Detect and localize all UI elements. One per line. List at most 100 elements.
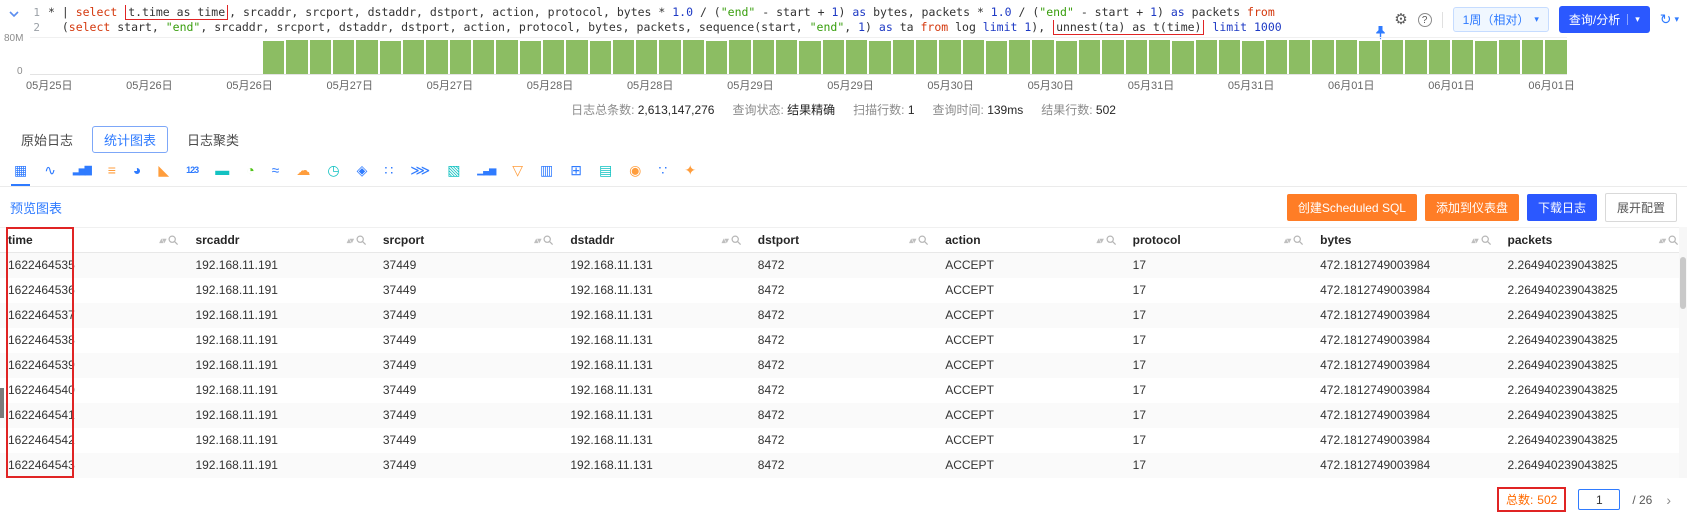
column-search-icon[interactable]: [1106, 234, 1117, 246]
sort-icon[interactable]: ▴▾: [1284, 236, 1291, 245]
table-row[interactable]: 1622464539 192.168.11.191 37449 192.168.11.…: [0, 353, 1687, 378]
histogram-bar[interactable]: [519, 40, 541, 74]
histogram-bar[interactable]: [845, 39, 868, 74]
histogram-bar[interactable]: [682, 39, 705, 74]
table-row[interactable]: 1622464535 192.168.11.191 37449 192.168.11.…: [0, 253, 1687, 278]
histogram-bar[interactable]: [496, 39, 518, 74]
column-header-srcport[interactable]: srcport ▴▾: [375, 233, 562, 247]
chevron-down-icon[interactable]: [8, 5, 26, 25]
expand-config-button[interactable]: 展开配置: [1604, 193, 1677, 222]
histogram-bar[interactable]: [1102, 39, 1124, 74]
table-row[interactable]: 1622464536 192.168.11.191 37449 192.168.11.…: [0, 278, 1687, 303]
time-range-selector[interactable]: 1周（相对） ▾: [1452, 7, 1549, 32]
tab-statistic-chart[interactable]: 统计图表: [92, 126, 169, 153]
table-chart-icon[interactable]: ▦: [10, 162, 31, 186]
sort-icon[interactable]: ▴▾: [909, 236, 916, 245]
histogram-bar[interactable]: [939, 40, 961, 74]
histogram-bar[interactable]: [1032, 39, 1054, 74]
column-header-bytes[interactable]: bytes ▴▾: [1312, 233, 1499, 247]
histogram-bar[interactable]: [1335, 39, 1357, 74]
histogram-bar[interactable]: [1312, 39, 1334, 74]
histogram-bar[interactable]: [1195, 39, 1217, 74]
column-search-icon[interactable]: [1668, 234, 1679, 246]
histogram-bar[interactable]: [403, 39, 425, 74]
table-row[interactable]: 1622464540 192.168.11.191 37449 192.168.11.…: [0, 378, 1687, 403]
table-scrollbar-thumb[interactable]: [1680, 257, 1686, 309]
histogram-bar[interactable]: [729, 39, 751, 74]
column-search-icon[interactable]: [168, 234, 179, 246]
column-search-icon[interactable]: [731, 234, 742, 246]
histogram-bar[interactable]: [636, 40, 658, 74]
column-search-icon[interactable]: [356, 234, 367, 246]
histogram-bar[interactable]: [1265, 39, 1287, 74]
distribution-chart-icon[interactable]: ▥: [540, 162, 553, 178]
histogram-bar[interactable]: [1242, 40, 1264, 74]
sort-icon[interactable]: ▴▾: [1097, 236, 1104, 245]
scatter-chart-icon[interactable]: ∷: [384, 162, 393, 178]
table-row[interactable]: 1622464543 192.168.11.191 37449 192.168.11.…: [0, 453, 1687, 478]
gauge-chart-icon[interactable]: ◔: [246, 162, 254, 178]
download-logs-button[interactable]: 下载日志: [1526, 194, 1597, 221]
help-icon[interactable]: ?: [1417, 12, 1432, 27]
histogram-bar[interactable]: [1125, 40, 1147, 74]
histogram-bar[interactable]: [566, 39, 588, 74]
histogram-bar[interactable]: [1079, 39, 1101, 74]
search-analyze-button[interactable]: 查询/分析 ▾: [1558, 6, 1650, 33]
clock-chart-icon[interactable]: ◷: [327, 162, 339, 178]
area-chart-icon[interactable]: ◣: [158, 162, 169, 178]
histogram-bar[interactable]: [1522, 39, 1544, 74]
left-scrollbar-thumb[interactable]: [0, 388, 4, 418]
map-chart-icon[interactable]: ◈: [357, 162, 368, 178]
column-search-icon[interactable]: [543, 234, 554, 246]
histogram-bar[interactable]: [356, 39, 378, 74]
sort-icon[interactable]: ▴▾: [1472, 236, 1479, 245]
sort-icon[interactable]: ▴▾: [1659, 236, 1666, 245]
histogram-bar[interactable]: [1498, 39, 1520, 74]
column-header-packets[interactable]: packets ▴▾: [1500, 233, 1687, 247]
histogram-bar[interactable]: [1288, 40, 1311, 74]
histogram-bar[interactable]: [1382, 39, 1404, 74]
table-row[interactable]: 1622464538 192.168.11.191 37449 192.168.11.…: [0, 328, 1687, 353]
histogram-bar[interactable]: [286, 39, 308, 74]
histogram-bar[interactable]: [309, 40, 332, 74]
histogram-bar[interactable]: [985, 41, 1008, 74]
table-row[interactable]: 1622464541 192.168.11.191 37449 192.168.11.…: [0, 403, 1687, 428]
histogram-bar[interactable]: [542, 39, 565, 74]
histogram-bar[interactable]: [589, 41, 611, 74]
gear-icon[interactable]: ⚙: [1394, 12, 1407, 27]
histogram-bar[interactable]: [1545, 40, 1567, 74]
create-scheduled-sql-button[interactable]: 创建Scheduled SQL: [1286, 194, 1417, 221]
histogram-bar[interactable]: [869, 40, 891, 74]
histogram-bar[interactable]: [822, 39, 844, 74]
table-scrollbar-track[interactable]: [1679, 227, 1687, 478]
histogram-bar[interactable]: [915, 39, 938, 74]
histogram-bar[interactable]: [612, 39, 635, 74]
map-pro-chart-icon[interactable]: ◉: [629, 162, 641, 178]
histogram-bar[interactable]: [659, 39, 681, 74]
histogram-bar[interactable]: [379, 41, 401, 74]
tab-log-clustering[interactable]: 日志聚类: [176, 127, 250, 152]
histogram-bar[interactable]: [1358, 40, 1381, 74]
histogram-bar[interactable]: [752, 39, 774, 74]
column-header-action[interactable]: action ▴▾: [937, 233, 1124, 247]
sankey-chart-icon[interactable]: ⋙: [410, 162, 430, 178]
histogram-bar[interactable]: [1452, 39, 1474, 74]
histogram-bar[interactable]: [1405, 39, 1427, 74]
histogram-bar[interactable]: [962, 39, 984, 74]
column-header-srcaddr[interactable]: srcaddr ▴▾: [187, 233, 374, 247]
histogram-bar[interactable]: [1475, 40, 1497, 74]
sort-icon[interactable]: ▴▾: [534, 236, 541, 245]
histogram-bar[interactable]: [706, 40, 728, 74]
histogram-bar[interactable]: [892, 39, 914, 74]
histogram-bar[interactable]: [426, 39, 448, 74]
histogram-bar[interactable]: [449, 40, 471, 74]
pie-chart-icon[interactable]: ◕: [133, 162, 141, 178]
bubble-chart-icon[interactable]: ∵: [658, 162, 667, 178]
sort-icon[interactable]: ▴▾: [722, 236, 729, 245]
histogram-bar[interactable]: [263, 40, 285, 74]
histogram-chart-icon[interactable]: ▁▃▅: [477, 162, 496, 178]
query-text[interactable]: * | select t.time as time, srcaddr, srcp…: [48, 5, 1382, 35]
cross-table-chart-icon[interactable]: ⊞: [570, 162, 582, 178]
histogram-bar[interactable]: [1009, 39, 1031, 74]
column-search-icon[interactable]: [918, 234, 929, 246]
